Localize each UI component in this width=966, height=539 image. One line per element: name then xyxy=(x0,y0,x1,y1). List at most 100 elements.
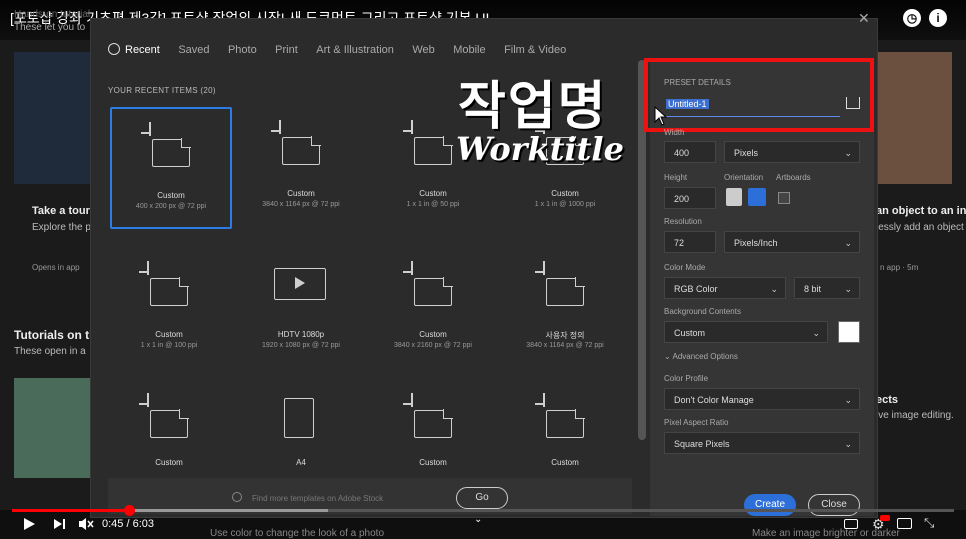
bg-tutorial-image xyxy=(14,378,90,478)
document-preset-icon xyxy=(271,120,321,165)
height-label: Height xyxy=(664,173,688,182)
width-unit-select[interactable]: Pixels ⌄ xyxy=(724,141,860,163)
recent-item-tile[interactable]: Custom 1 x 1 in @ 100 ppi xyxy=(110,248,228,366)
pixel-aspect-label: Pixel Aspect Ratio xyxy=(664,418,729,427)
tab-art-illustration[interactable]: Art & Illustration xyxy=(316,44,394,56)
search-icon xyxy=(232,492,242,502)
chevron-down-icon: ⌄ xyxy=(844,148,852,158)
chevron-down-icon: ⌄ xyxy=(844,395,852,405)
document-preset-icon xyxy=(403,261,453,306)
recent-items-heading: YOUR RECENT ITEMS (20) xyxy=(108,86,216,95)
landscape-orientation-icon[interactable] xyxy=(748,188,766,206)
recent-item-size: 3840 x 1164 px @ 72 ppi xyxy=(262,201,340,208)
recent-item-size: 400 x 200 px @ 72 ppi xyxy=(135,203,207,210)
time-total: 6:03 xyxy=(132,518,155,530)
tab-recent[interactable]: Recent xyxy=(108,43,160,56)
time-current: 0:45 xyxy=(102,518,124,530)
recent-item-name: Custom xyxy=(419,189,447,198)
recent-item-tile[interactable]: 사용자 정의 3840 x 1164 px @ 72 ppi xyxy=(506,248,624,366)
bg-sub-top: These let you to xyxy=(14,22,86,33)
recent-item-name: HDTV 1080p xyxy=(277,330,325,339)
bg-bottom-left: Use color to change the look of a photo xyxy=(210,528,385,539)
next-icon[interactable] xyxy=(53,518,66,530)
stock-search-input[interactable]: Find more templates on Adobe Stock xyxy=(252,494,383,503)
hd-badge-icon xyxy=(880,515,890,521)
page-fold-icon xyxy=(311,136,321,146)
bg-right-partial-1: ects xyxy=(876,394,899,406)
recent-item-tile[interactable]: Custom 3840 x 2160 px @ 72 ppi xyxy=(374,248,492,366)
recent-item-tile[interactable]: HDTV 1080p 1920 x 1080 px @ 72 ppi xyxy=(242,248,360,366)
height-input[interactable]: 200 xyxy=(664,187,716,209)
a4-page-icon xyxy=(284,398,314,438)
recent-item-tile[interactable]: Custom 400 x 200 px @ 72 ppi xyxy=(110,107,232,229)
subtitles-icon[interactable] xyxy=(844,519,858,529)
recent-item-size: 1 x 1 in @ 1000 ppi xyxy=(534,201,596,208)
background-color-swatch[interactable] xyxy=(838,321,860,343)
pixel-aspect-select[interactable]: Square Pixels ⌄ xyxy=(664,432,860,454)
chevron-down-icon: ⌄ xyxy=(770,284,778,294)
tab-print[interactable]: Print xyxy=(275,44,298,56)
width-label: Width xyxy=(664,128,685,137)
create-button[interactable]: Create xyxy=(744,494,796,516)
resolution-label: Resolution xyxy=(664,217,702,226)
tab-photo[interactable]: Photo xyxy=(228,44,257,56)
recent-item-tile[interactable]: Custom 3840 x 1164 px @ 72 ppi xyxy=(242,107,360,225)
video-progress-fill xyxy=(12,509,129,512)
bg-card-right-sub: lessly add an object xyxy=(876,222,964,233)
color-mode-label: Color Mode xyxy=(664,263,706,272)
tab-saved[interactable]: Saved xyxy=(178,44,209,56)
background-contents-label: Background Contents xyxy=(664,307,741,316)
document-preset-icon xyxy=(403,120,453,165)
info-icon[interactable]: i xyxy=(929,9,947,27)
advanced-options-toggle[interactable]: ⌄ Advanced Options xyxy=(664,352,738,361)
bg-card-left-meta: Opens in app xyxy=(32,263,80,272)
artboards-checkbox[interactable] xyxy=(778,192,790,204)
recent-item-name: Custom xyxy=(155,330,183,339)
video-preset-icon xyxy=(274,268,326,300)
color-profile-select[interactable]: Don't Color Manage ⌄ xyxy=(664,388,860,410)
portrait-orientation-icon[interactable] xyxy=(726,188,742,206)
go-button[interactable]: Go xyxy=(456,487,508,509)
tab-film-video[interactable]: Film & Video xyxy=(504,44,566,56)
watch-later-icon[interactable]: ◷ xyxy=(903,9,921,27)
play-icon[interactable] xyxy=(22,517,36,531)
page-fold-icon xyxy=(575,277,585,287)
clock-icon xyxy=(108,43,120,55)
highlight-annotation-box xyxy=(644,58,874,132)
mute-icon[interactable] xyxy=(78,517,94,531)
document-preset-icon xyxy=(535,393,585,438)
preset-tabs: Recent Saved Photo Print Art & Illustrat… xyxy=(108,40,580,56)
recent-item-size: 1920 x 1080 px @ 72 ppi xyxy=(262,342,340,349)
width-input[interactable]: 400 xyxy=(664,141,716,163)
recent-item-name: Custom xyxy=(419,330,447,339)
bg-card-left-image xyxy=(14,52,90,184)
bit-depth-select[interactable]: 8 bit ⌄ xyxy=(794,277,860,299)
page-fold-icon xyxy=(443,409,453,419)
tab-web[interactable]: Web xyxy=(412,44,434,56)
document-preset-icon xyxy=(403,393,453,438)
recent-item-name: A4 xyxy=(296,458,306,467)
tab-mobile[interactable]: Mobile xyxy=(453,44,485,56)
page-fold-icon xyxy=(181,138,191,148)
background-contents-select[interactable]: Custom ⌄ xyxy=(664,321,828,343)
color-mode-select[interactable]: RGB Color ⌄ xyxy=(664,277,786,299)
recent-item-size: 1 x 1 in @ 50 ppi xyxy=(406,201,460,208)
page-fold-icon xyxy=(179,277,189,287)
bg-card-left-title[interactable]: Take a tour xyxy=(32,205,90,217)
exit-fullscreen-icon[interactable]: ⤡ xyxy=(924,515,934,531)
bg-section-sub: These open in a xyxy=(14,346,86,357)
cast-icon[interactable] xyxy=(897,518,912,529)
dialog-close-icon[interactable]: ✕ xyxy=(858,10,870,27)
bg-card-right-title[interactable]: an object to an in xyxy=(876,205,966,217)
resolution-input[interactable]: 72 xyxy=(664,231,716,253)
video-scrubber-handle[interactable] xyxy=(123,505,135,516)
page-fold-icon xyxy=(575,409,585,419)
chevron-down-icon: ⌄ xyxy=(844,238,852,248)
resolution-unit-select[interactable]: Pixels/Inch ⌄ xyxy=(724,231,860,253)
video-buffered-bar xyxy=(132,509,328,512)
chapter-chevron-icon[interactable]: ⌄ xyxy=(474,514,482,525)
close-button[interactable]: Close xyxy=(808,494,860,516)
artboards-label: Artboards xyxy=(776,173,811,182)
recent-item-name: Custom xyxy=(551,458,579,467)
recent-item-name: Custom xyxy=(157,191,185,200)
